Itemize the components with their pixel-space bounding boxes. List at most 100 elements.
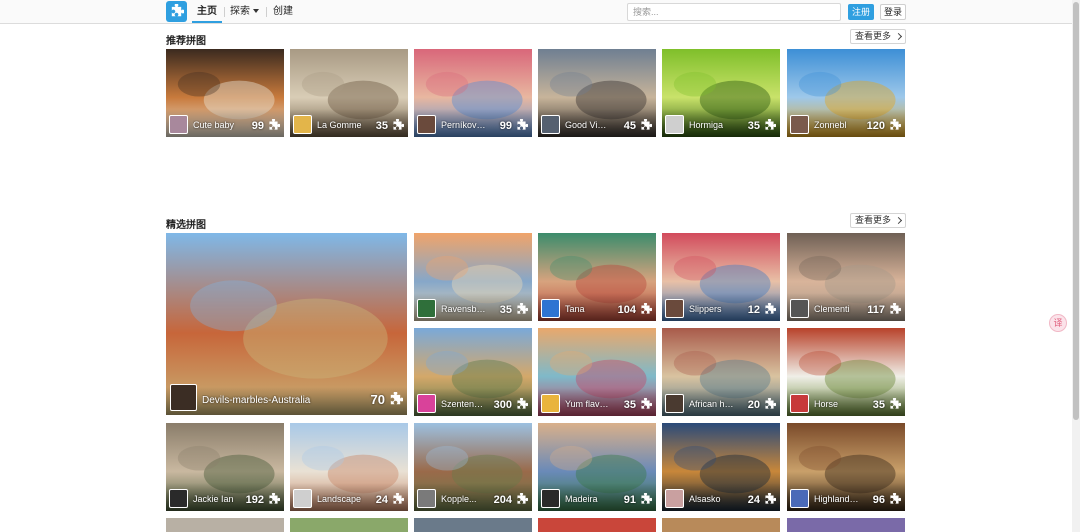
puzzle-name: Hormiga xyxy=(689,120,724,130)
author-avatar[interactable] xyxy=(417,299,436,318)
author-avatar[interactable] xyxy=(790,115,809,134)
puzzle-piece-icon xyxy=(639,492,653,506)
puzzle-tile[interactable]: Yum flavour 35 xyxy=(538,328,656,416)
author-avatar[interactable] xyxy=(665,394,684,413)
puzzle-piece-icon xyxy=(515,302,529,316)
puzzle-tile[interactable]: African ha... 20 xyxy=(662,328,780,416)
puzzle-tile[interactable]: Tana 104 xyxy=(538,233,656,321)
nav-create[interactable]: 创建 xyxy=(273,0,293,23)
piece-count: 35 xyxy=(747,120,760,132)
puzzle-piece-icon xyxy=(639,302,653,316)
puzzle-tile[interactable]: Jackie Ian 192 xyxy=(166,423,284,511)
puzzle-tile[interactable]: Good Vibes 45 xyxy=(538,49,656,137)
puzzle-tile[interactable]: Cute baby 99 xyxy=(166,49,284,137)
puzzle-tile[interactable]: Kopple... 204 xyxy=(414,423,532,511)
puzzle-tile[interactable]: Perníková s 99 xyxy=(414,49,532,137)
login-button[interactable]: 登录 xyxy=(880,4,906,20)
puzzle-tile[interactable] xyxy=(166,518,284,532)
featured-more-button[interactable]: 查看更多 xyxy=(850,213,906,228)
piece-count: 35 xyxy=(375,120,388,132)
nav-divider xyxy=(266,7,267,17)
author-avatar[interactable] xyxy=(417,489,436,508)
author-avatar[interactable] xyxy=(665,299,684,318)
recommended-more-button[interactable]: 查看更多 xyxy=(850,29,906,44)
piece-count: 45 xyxy=(623,120,636,132)
puzzle-name: Clementi xyxy=(814,304,850,314)
author-avatar[interactable] xyxy=(293,489,312,508)
puzzle-tile[interactable]: Horse 35 xyxy=(787,328,905,416)
translate-icon[interactable]: 译 xyxy=(1049,314,1067,332)
puzzle-tile[interactable]: Highland C... 96 xyxy=(787,423,905,511)
puzzle-tile[interactable] xyxy=(538,518,656,532)
piece-count: 96 xyxy=(872,494,885,506)
puzzle-tile[interactable]: Ravensbur... 35 xyxy=(414,233,532,321)
puzzle-tile[interactable]: Slippers 12 xyxy=(662,233,780,321)
piece-count: 117 xyxy=(867,304,885,316)
puzzle-name: Jackie Ian xyxy=(193,494,234,504)
author-avatar[interactable] xyxy=(541,115,560,134)
puzzle-name: Kopple... xyxy=(441,494,477,504)
puzzle-name: Slippers xyxy=(689,304,722,314)
author-avatar[interactable] xyxy=(541,489,560,508)
author-avatar[interactable] xyxy=(790,394,809,413)
author-avatar[interactable] xyxy=(790,299,809,318)
author-avatar[interactable] xyxy=(293,115,312,134)
author-avatar[interactable] xyxy=(169,489,188,508)
author-avatar[interactable] xyxy=(541,299,560,318)
featured-section-title: 精选拼图 xyxy=(166,220,206,231)
piece-count: 24 xyxy=(375,494,388,506)
caret-down-icon xyxy=(253,9,259,14)
puzzle-name: Horse xyxy=(814,399,839,409)
puzzle-name: Landscape xyxy=(317,494,362,504)
page-scrollbar[interactable] xyxy=(1072,0,1080,532)
puzzle-tile[interactable]: Hormiga 35 xyxy=(662,49,780,137)
puzzle-piece-icon xyxy=(639,397,653,411)
author-avatar[interactable] xyxy=(417,115,436,134)
puzzle-tile[interactable] xyxy=(290,518,408,532)
piece-count: 35 xyxy=(623,399,636,411)
puzzle-tile[interactable]: Madeira 91 xyxy=(538,423,656,511)
author-avatar[interactable] xyxy=(169,115,188,134)
more-button-label: 查看更多 xyxy=(855,31,892,41)
chevron-right-icon xyxy=(894,32,903,41)
search-input[interactable] xyxy=(627,3,841,21)
puzzle-name: Devils-marbles-Australia xyxy=(202,395,311,406)
piece-count: 192 xyxy=(245,494,264,506)
nav-home[interactable]: 主页 xyxy=(192,0,222,23)
puzzle-tile[interactable] xyxy=(787,518,905,532)
puzzle-name: Perníková s xyxy=(441,120,486,130)
puzzle-tile[interactable]: La Gomme 35 xyxy=(290,49,408,137)
puzzle-tile[interactable] xyxy=(662,518,780,532)
scrollbar-thumb[interactable] xyxy=(1073,2,1079,420)
nav-divider xyxy=(224,7,225,17)
puzzle-name: Highland C... xyxy=(814,494,859,504)
puzzle-piece-icon xyxy=(515,492,529,506)
piece-count: 120 xyxy=(866,120,885,132)
puzzle-tile[interactable]: Devils-marbles-Australia 70 xyxy=(166,233,407,415)
author-avatar[interactable] xyxy=(170,384,197,411)
puzzle-piece-icon xyxy=(515,397,529,411)
puzzle-tile[interactable]: Clementi 117 xyxy=(787,233,905,321)
puzzle-tile[interactable] xyxy=(414,518,532,532)
author-avatar[interactable] xyxy=(790,489,809,508)
puzzle-piece-icon xyxy=(391,492,405,506)
author-avatar[interactable] xyxy=(417,394,436,413)
author-avatar[interactable] xyxy=(665,115,684,134)
puzzle-piece-icon xyxy=(763,302,777,316)
nav-explore[interactable]: 探索 xyxy=(230,0,259,23)
puzzle-tile[interactable]: Szentend... 300 xyxy=(414,328,532,416)
puzzle-tile[interactable]: Zonnebl 120 xyxy=(787,49,905,137)
author-avatar[interactable] xyxy=(541,394,560,413)
author-avatar[interactable] xyxy=(665,489,684,508)
puzzle-logo-icon[interactable] xyxy=(166,1,187,22)
piece-count: 12 xyxy=(747,304,760,316)
piece-count: 99 xyxy=(251,120,264,132)
more-button-label: 查看更多 xyxy=(855,215,892,225)
puzzle-tile[interactable]: Landscape 24 xyxy=(290,423,408,511)
puzzle-name: Alsasko xyxy=(689,494,721,504)
puzzle-name: Tana xyxy=(565,304,585,314)
register-button[interactable]: 注册 xyxy=(848,4,874,20)
puzzle-tile[interactable]: Alsasko 24 xyxy=(662,423,780,511)
puzzle-name: Szentend... xyxy=(441,399,486,409)
puzzle-piece-icon xyxy=(763,118,777,132)
